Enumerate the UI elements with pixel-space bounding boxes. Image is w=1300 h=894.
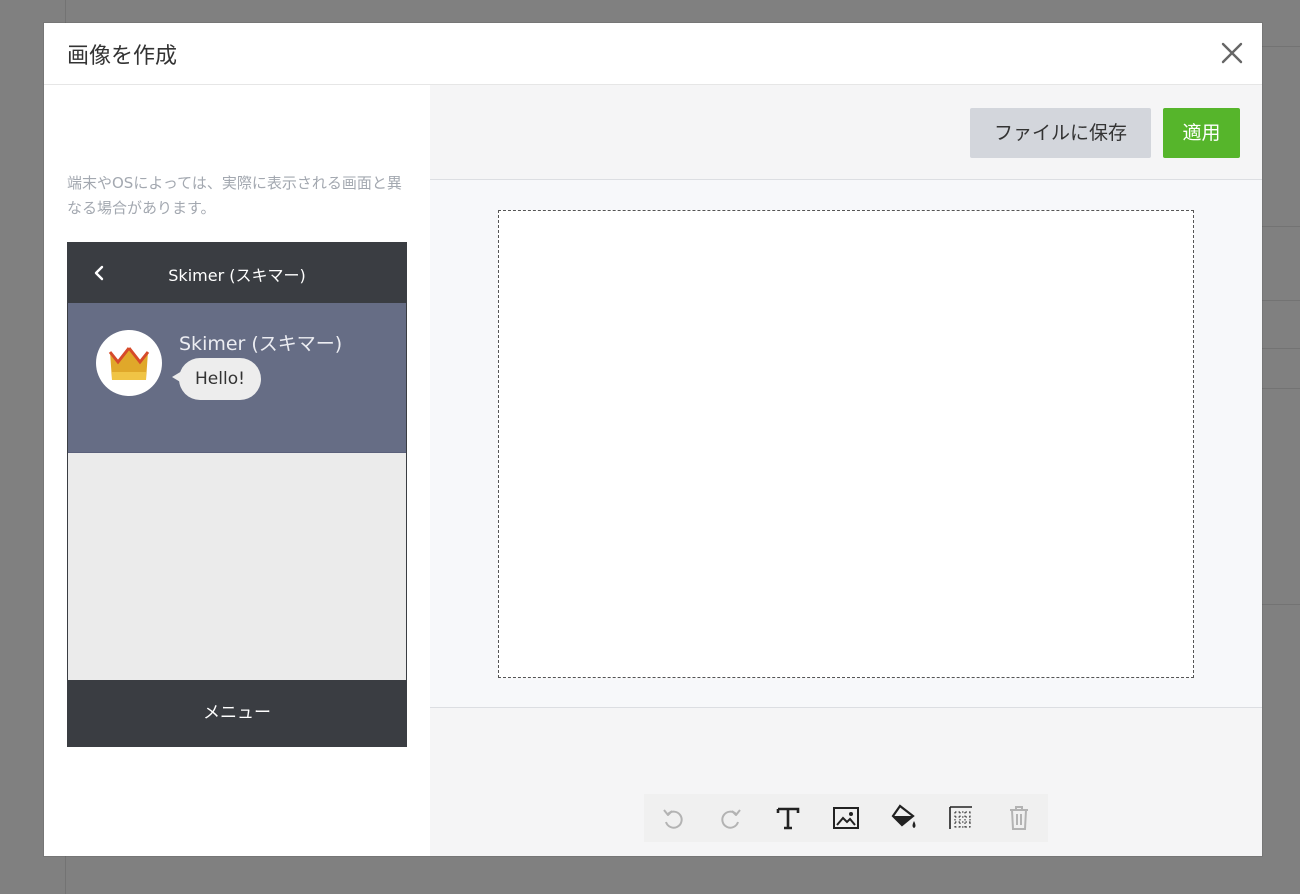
preview-notice: 端末やOSによっては、実際に表示される画面と異なる場合があります。 <box>67 174 402 217</box>
background-divider <box>1262 388 1300 389</box>
phone-menu-bar[interactable]: メニュー <box>68 680 406 746</box>
image-icon[interactable] <box>817 794 875 842</box>
editor-tools <box>644 794 1048 842</box>
background-divider <box>1262 226 1300 227</box>
undo-icon[interactable] <box>644 794 702 842</box>
dialog-header: 画像を作成 <box>44 23 1262 85</box>
phone-header: Skimer (スキマー) <box>68 243 406 303</box>
grid-icon[interactable] <box>933 794 991 842</box>
crown-logo-icon <box>108 347 150 380</box>
save-to-file-button[interactable]: ファイルに保存 <box>970 108 1151 158</box>
phone-title: Skimer (スキマー) <box>168 266 306 285</box>
background-divider <box>1262 300 1300 301</box>
trash-icon[interactable] <box>990 794 1048 842</box>
editor-top-toolbar: ファイルに保存 適用 <box>430 85 1262 180</box>
redo-icon[interactable] <box>702 794 760 842</box>
fill-icon[interactable] <box>875 794 933 842</box>
dialog-title: 画像を作成 <box>67 44 178 69</box>
image-canvas[interactable] <box>498 210 1194 678</box>
editor-panel: ファイルに保存 適用 <box>430 85 1262 856</box>
chat-area: Skimer (スキマー) Hello! <box>68 303 406 453</box>
sender-name: Skimer (スキマー) <box>179 333 343 355</box>
avatar <box>96 330 162 396</box>
message-bubble: Hello! <box>179 358 261 400</box>
background-divider <box>1262 46 1300 47</box>
preview-panel: 端末やOSによっては、実際に表示される画面と異なる場合があります。 Skimer… <box>44 85 430 856</box>
text-icon[interactable] <box>759 794 817 842</box>
phone-preview: Skimer (スキマー) Skimer (スキマー) Hello! メニュー <box>67 242 407 747</box>
create-image-dialog: 画像を作成 端末やOSによっては、実際に表示される画面と異なる場合があります。 … <box>44 23 1262 856</box>
canvas-area <box>430 180 1262 708</box>
close-icon[interactable] <box>1220 41 1244 65</box>
apply-button[interactable]: 適用 <box>1163 108 1240 158</box>
background-divider <box>1262 604 1300 605</box>
background-divider <box>1262 348 1300 349</box>
